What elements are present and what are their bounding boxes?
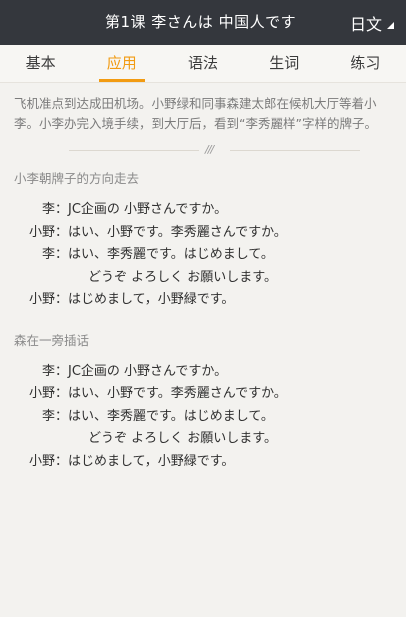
dialog-text: どうぞ よろしく お願いします。 [88,431,277,446]
dialog-line[interactable]: 小野：はい、小野です。李秀麗さんですか。 [14,222,394,245]
dialog-text: JC企画の 小野さんですか。 [68,202,228,217]
language-label[interactable]: 日文 [350,11,382,35]
speaker-name: 李 [41,247,55,262]
speaker-name: 小野 [28,386,55,401]
dialog-line[interactable]: 李：はい、李秀麗です。はじめまして。 [14,406,394,429]
tab-label[interactable]: 基本 [26,54,56,72]
app-header: 第1课 李さんは 中国人です 日文 [0,0,406,45]
dialog-line[interactable]: 小野：はい、小野です。李秀麗さんですか。 [14,383,394,406]
speaker-name: 李 [41,202,55,217]
language-switch[interactable]: 日文 [350,0,394,45]
dialog-line[interactable]: 李： JC企画の 小野さんですか。 [14,361,394,384]
lesson-tabs: 基本 应用 语法 生词 练习 [0,45,406,83]
dialog-text: どうぞ よろしく お願いします。 [88,269,277,285]
dialog-text: はい、李秀麗です。はじめまして。 [68,247,274,262]
tab-label[interactable]: 应用 [107,54,137,72]
speaker-name: 小野 [28,453,55,469]
dialog-text: はい、李秀麗です。はじめまして。 [68,408,274,424]
dialog-text: はい、小野です。李秀麗さんですか。 [68,224,287,240]
lesson-content: 飞机准点到达成田机场。小野绿和同事森建太郎在候机大厅等着小李。小李办完入境手续，… [0,83,406,473]
tab-exercise[interactable]: 练习 [325,45,406,82]
dialog-line[interactable]: ：どうぞ よろしく お願いします。 [14,428,394,451]
tab-basic[interactable]: 基本 [0,45,81,82]
speaker-name: 李 [41,363,55,379]
scene-intro: 飞机准点到达成田机场。小野绿和同事森建太郎在候机大厅等着小李。小李办完入境手续，… [14,96,377,131]
dialog-line[interactable]: 小野：はじめまして，小野緑です。 [14,451,394,474]
dialog-line[interactable]: 小野：はじめまして，小野緑です。 [14,289,394,312]
divider-line-right [230,150,360,151]
dialog-line[interactable]: ：どうぞ よろしく お願いします。 [14,267,394,290]
dialog-block: 李： JC企画の 小野さんですか。 小野：はい、小野です。李秀麗さんですか。 李：… [14,361,394,474]
dialog-line[interactable]: 李： JC企画の 小野さんですか。 [14,199,394,222]
section-divider: /// [14,140,394,162]
lesson-title: 第1课 李さんは 中国人です [105,13,297,31]
tab-label[interactable]: 练习 [350,54,380,72]
dialog-block: 李： JC企画の 小野さんですか。 小野：はい、小野です。李秀麗さんですか。 李：… [14,199,394,312]
tab-label[interactable]: 语法 [188,54,218,72]
dialog-text: はい、小野です。李秀麗さんですか。 [68,386,287,401]
section-title: 小李朝牌子的方向走去 [14,171,140,186]
dialog-text: JC企画の 小野さんですか。 [68,363,228,379]
section-title: 森在一旁插话 [14,332,90,348]
tab-application[interactable]: 应用 [81,45,162,82]
dialog-text: はじめまして，小野緑です。 [68,292,235,307]
active-tab-indicator [98,79,145,82]
divider-mark: /// [205,143,214,156]
speaker-name: 小野 [28,224,55,240]
dropdown-arrow-icon[interactable] [387,22,394,29]
dialog-text: はじめまして，小野緑です。 [68,453,235,469]
divider-line-left [69,150,199,151]
tab-grammar[interactable]: 语法 [162,45,243,82]
speaker-name: 李 [41,408,55,424]
tab-vocabulary[interactable]: 生词 [244,45,325,82]
dialog-line[interactable]: 李：はい、李秀麗です。はじめまして。 [14,244,394,267]
speaker-name: 小野 [28,292,55,307]
tab-label[interactable]: 生词 [269,54,299,72]
